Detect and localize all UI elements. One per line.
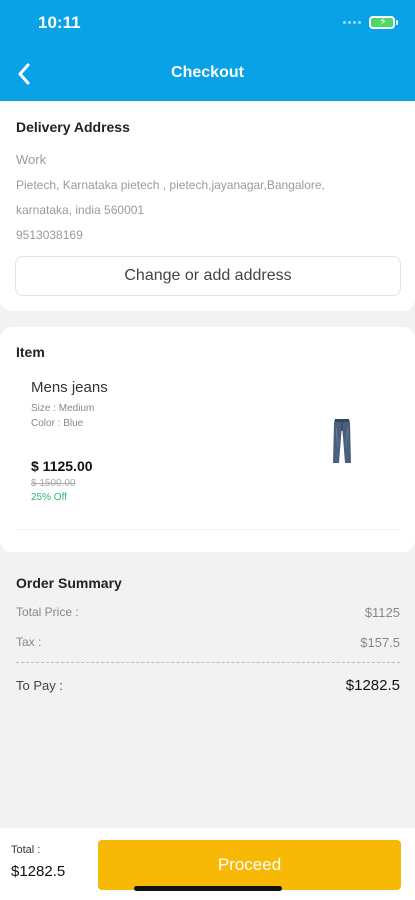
footer-total-value: $1282.5 [11, 863, 66, 880]
home-indicator [134, 886, 282, 891]
summary-divider [16, 662, 400, 663]
address-line2: karnataka, india 560001 [16, 203, 145, 217]
item-discount: 25% Off [31, 492, 67, 503]
item-divider [16, 529, 399, 530]
total-price-value: $1125 [364, 605, 400, 620]
footer-total-label: Total : [11, 844, 41, 856]
app-header: 10:11 ⚡ Checkout [0, 0, 415, 101]
item-price: $ 1125.00 [31, 458, 93, 474]
item-name[interactable]: Mens jeans [31, 379, 108, 396]
status-time: 10:11 [38, 13, 81, 32]
item-original-price: $ 1500.00 [31, 478, 76, 489]
item-color: Color : Blue [31, 418, 84, 429]
address-phone: 9513038169 [16, 228, 83, 242]
address-label: Work [16, 152, 47, 167]
signal-icon [343, 21, 361, 24]
jeans-image[interactable] [330, 417, 354, 465]
tax-value: $157.5 [360, 635, 400, 650]
order-summary-title: Order Summary [16, 575, 122, 591]
tax-label: Tax : [16, 635, 42, 649]
to-pay-value: $1282.5 [345, 677, 400, 694]
item-size: Size : Medium [31, 403, 95, 414]
proceed-button[interactable]: Proceed [98, 840, 401, 890]
delivery-address-title: Delivery Address [16, 119, 130, 135]
item-section-title: Item [16, 344, 45, 360]
to-pay-label: To Pay : [16, 678, 63, 693]
address-line1: Pietech, Karnataka pietech , pietech,jay… [16, 178, 325, 192]
battery-icon: ⚡ [369, 16, 398, 29]
page-title: Checkout [171, 64, 244, 81]
total-price-label: Total Price : [16, 605, 79, 619]
status-icons: ⚡ [343, 16, 398, 29]
change-address-button[interactable]: Change or add address [15, 256, 401, 296]
item-card: Item Mens jeans Size : Medium Color : Bl… [0, 327, 415, 552]
delivery-address-card: Delivery Address Work Pietech, Karnataka… [0, 101, 415, 311]
